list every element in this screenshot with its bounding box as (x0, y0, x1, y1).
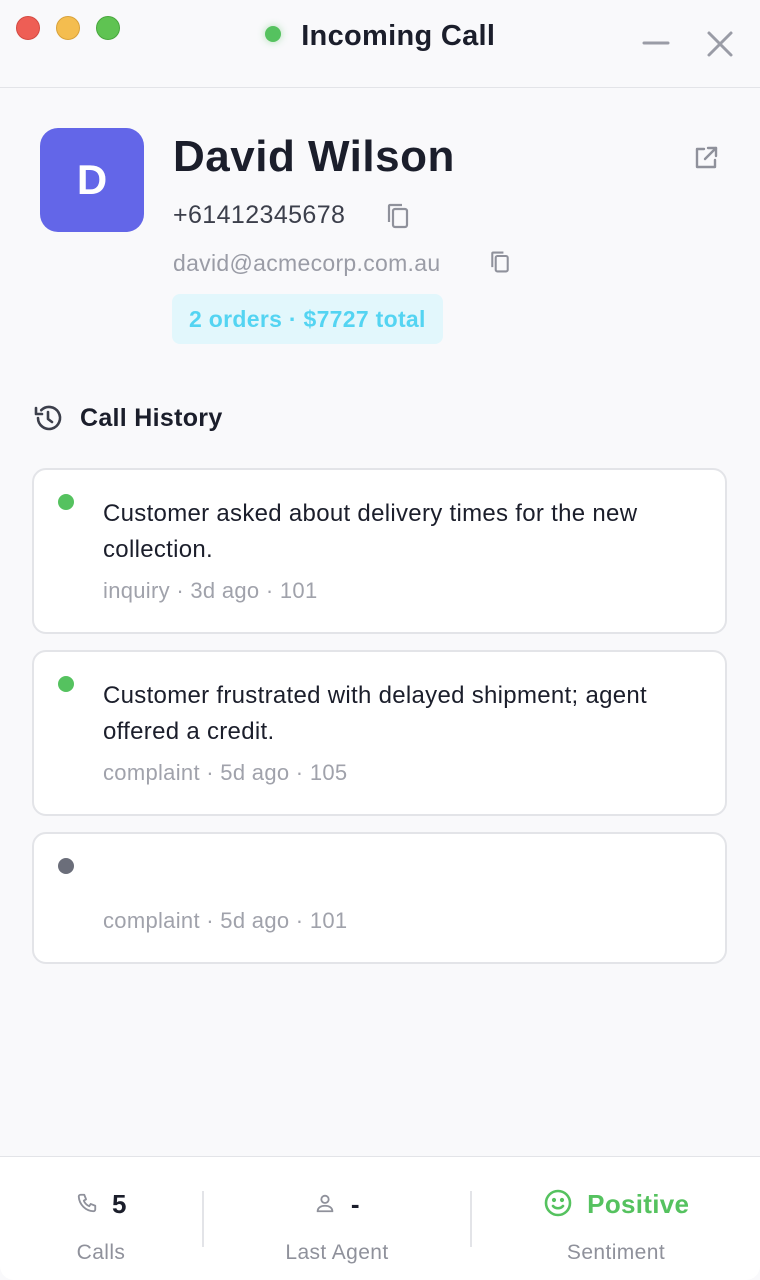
title-bar: Incoming Call (0, 0, 760, 88)
smile-icon (543, 1188, 573, 1218)
calls-stat: 5 Calls (0, 1157, 202, 1280)
footer-stats: 5 Calls - Last Agent Positive Sentiment (0, 1156, 760, 1280)
call-status-dot (58, 494, 74, 510)
copy-phone-button[interactable] (384, 202, 412, 230)
last-agent-value: - (350, 1189, 360, 1219)
avatar: D (40, 128, 144, 232)
call-summary: Customer frustrated with delayed shipmen… (103, 682, 648, 745)
call-meta: inquiry · 3d ago · 101 (103, 578, 318, 603)
close-icon (707, 31, 733, 57)
call-status-indicator (264, 25, 281, 42)
user-icon (314, 1192, 336, 1214)
sentiment-stat: Positive Sentiment (472, 1157, 760, 1280)
copy-email-button[interactable] (488, 250, 512, 274)
copy-icon (387, 203, 409, 229)
copy-icon (491, 251, 509, 273)
call-status-dot (58, 676, 74, 692)
call-history-item[interactable]: complaint · 5d ago · 101 (32, 832, 727, 964)
call-history-heading: Call History (80, 404, 223, 432)
contact-phone: +61412345678 (173, 201, 346, 229)
sentiment-label: Sentiment (566, 1241, 666, 1264)
incoming-call-window: Incoming Call D David Wilson +6141234567… (0, 0, 760, 1280)
contact-name: David Wilson (173, 132, 455, 181)
calls-label: Calls (76, 1241, 126, 1264)
orders-badge: 2 orders · $7727 total (172, 294, 443, 344)
call-history-item[interactable]: Customer frustrated with delayed shipmen… (32, 650, 727, 816)
open-contact-button[interactable] (692, 144, 720, 172)
call-meta: complaint · 5d ago · 101 (103, 908, 348, 933)
minus-icon (642, 41, 670, 45)
sentiment-value: Positive (587, 1189, 690, 1219)
dismiss-button[interactable] (700, 24, 740, 64)
phone-icon (76, 1192, 98, 1214)
minimize-button[interactable] (636, 24, 676, 64)
window-title: Incoming Call (301, 20, 496, 52)
external-link-icon (695, 146, 718, 169)
history-icon (32, 402, 64, 434)
last-agent-label: Last Agent (285, 1241, 389, 1264)
contact-email: david@acmecorp.com.au (173, 250, 441, 276)
call-summary: Customer asked about delivery times for … (103, 500, 638, 563)
last-agent-stat: - Last Agent (204, 1157, 470, 1280)
calls-count: 5 (111, 1189, 127, 1219)
call-history-item[interactable]: Customer asked about delivery times for … (32, 468, 727, 634)
call-status-dot (58, 858, 74, 874)
call-meta: complaint · 5d ago · 105 (103, 760, 348, 785)
